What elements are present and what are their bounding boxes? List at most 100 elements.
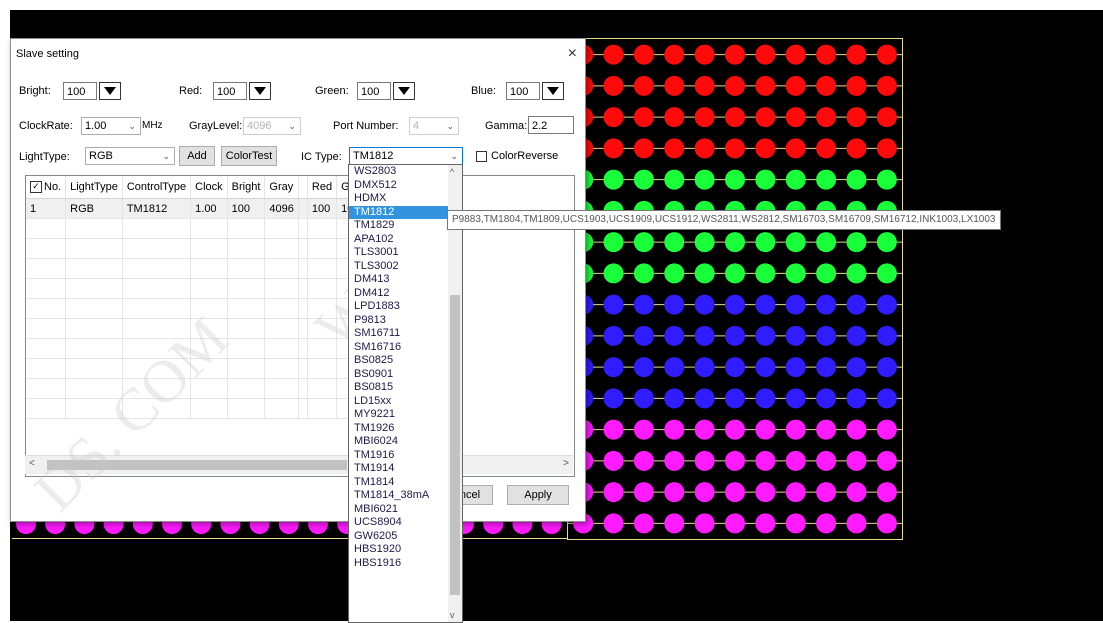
empty-cell <box>190 218 228 239</box>
led-dot-blue <box>725 388 745 409</box>
close-icon[interactable]: × <box>568 45 577 63</box>
led-dot-green <box>785 232 806 253</box>
dropdown-item[interactable]: DM412 <box>349 287 462 301</box>
empty-cell <box>122 338 192 359</box>
add-button[interactable]: Add <box>179 146 215 166</box>
empty-cell <box>307 218 338 239</box>
ictype-label: IC Type: <box>301 151 342 163</box>
blue-field[interactable]: 100 <box>506 82 540 100</box>
dropdown-item[interactable]: P9813 <box>349 314 462 328</box>
column-header[interactable]: ✓ No. <box>26 176 67 199</box>
led-dot-red <box>725 138 745 159</box>
empty-cell <box>190 258 228 279</box>
green-dropdown-button[interactable] <box>393 82 415 100</box>
dropdown-item[interactable]: TM1812 <box>349 205 462 219</box>
led-dot-red <box>755 75 776 96</box>
dropdown-item[interactable]: TM1829 <box>349 219 462 233</box>
dropdown-item[interactable]: APA102 <box>349 233 462 247</box>
empty-cell <box>65 218 123 239</box>
lighttype-value: RGB <box>89 150 113 162</box>
portnumber-value: 4 <box>413 120 420 132</box>
blue-dropdown-button[interactable] <box>542 82 564 100</box>
led-dot-blue <box>694 294 715 315</box>
dropdown-item[interactable]: TM1814_38mA <box>349 489 462 503</box>
dropdown-item[interactable]: TM1914 <box>349 462 462 476</box>
red-dropdown-button[interactable] <box>249 82 271 100</box>
dropdown-item[interactable]: TLS3001 <box>349 246 462 260</box>
scroll-right-icon[interactable]: > <box>563 458 569 469</box>
gamma-field[interactable]: 2.2 <box>528 116 574 134</box>
dropdown-item[interactable]: UCS8904 <box>349 516 462 530</box>
dropdown-item[interactable]: DM413 <box>349 273 462 287</box>
dropdown-item[interactable]: SM16716 <box>349 341 462 355</box>
dropdown-scrollbar[interactable]: ^ v <box>448 165 462 622</box>
dropdown-item[interactable]: MY9221 <box>349 408 462 422</box>
led-dot-red <box>694 107 715 128</box>
column-header[interactable] <box>298 176 308 199</box>
ictype-dropdown-list[interactable]: WS2803 DMX512 HDMX TM1812 TM1829 APA102 TLS300… <box>348 164 463 623</box>
dropdown-item[interactable]: HBS1916 <box>349 557 462 571</box>
dropdown-item[interactable]: BS0901 <box>349 368 462 382</box>
chevron-up-icon[interactable]: ^ <box>450 167 454 177</box>
empty-cell <box>26 258 67 279</box>
table-cell: RGB <box>65 198 123 219</box>
column-header[interactable]: Clock <box>190 176 228 199</box>
led-dot-green <box>785 169 806 190</box>
led-dot-blue <box>846 388 867 409</box>
dropdown-item[interactable]: TLS3002 <box>349 260 462 274</box>
empty-cell <box>190 278 228 299</box>
colorreverse-checkbox[interactable] <box>476 151 487 162</box>
select-all-checkbox[interactable]: ✓ <box>30 181 42 194</box>
led-dot-magenta <box>876 419 897 440</box>
chevron-down-icon[interactable]: v <box>450 610 455 620</box>
lighttype-select[interactable]: RGB ⌄ <box>85 147 175 165</box>
bright-field[interactable]: 100 <box>63 82 97 100</box>
red-field[interactable]: 100 <box>213 82 247 100</box>
led-dot-magenta <box>755 513 776 534</box>
dropdown-item[interactable]: BS0825 <box>349 354 462 368</box>
chevron-down-icon: ⌄ <box>450 151 458 161</box>
dropdown-item[interactable]: DMX512 <box>349 179 462 193</box>
led-dot-red <box>785 138 806 159</box>
dropdown-item[interactable]: MBI6024 <box>349 435 462 449</box>
dropdown-item[interactable]: BS0815 <box>349 381 462 395</box>
colortest-button[interactable]: ColorTest <box>221 146 277 166</box>
led-dot-magenta <box>694 419 715 440</box>
empty-cell <box>307 398 338 419</box>
ictype-select[interactable]: TM1812 ⌄ <box>349 147 463 165</box>
bright-dropdown-button[interactable] <box>99 82 121 100</box>
scrollbar-thumb[interactable] <box>47 460 347 470</box>
dropdown-item[interactable]: WS2803 <box>349 165 462 179</box>
dropdown-item[interactable]: MBI6021 <box>349 503 462 517</box>
horizontal-scrollbar[interactable]: < > <box>25 455 573 474</box>
empty-cell <box>307 298 338 319</box>
scroll-left-icon[interactable]: < <box>29 458 35 469</box>
dropdown-scroll-thumb[interactable] <box>450 295 460 595</box>
empty-cell <box>227 218 266 239</box>
dropdown-item[interactable]: SM16711 <box>349 327 462 341</box>
dropdown-item[interactable]: HDMX <box>349 192 462 206</box>
column-header[interactable]: Bright <box>227 176 266 199</box>
empty-cell <box>264 238 299 259</box>
dropdown-item[interactable]: TM1926 <box>349 422 462 436</box>
green-field[interactable]: 100 <box>357 82 391 100</box>
dropdown-item[interactable]: TM1814 <box>349 476 462 490</box>
apply-button[interactable]: Apply <box>507 485 569 505</box>
empty-cell <box>227 318 266 339</box>
led-dot-magenta <box>664 419 685 440</box>
column-header-label: No. <box>44 180 62 193</box>
led-dot-magenta <box>816 513 837 534</box>
dropdown-item[interactable]: TM1916 <box>349 449 462 463</box>
led-dot-red <box>785 75 806 96</box>
empty-cell <box>227 238 266 259</box>
dropdown-item[interactable]: LPD1883 <box>349 300 462 314</box>
dropdown-item[interactable]: GW6205 <box>349 530 462 544</box>
column-header[interactable]: ControlType <box>122 176 192 199</box>
column-header[interactable]: Gray <box>264 176 299 199</box>
column-header[interactable]: LightType <box>65 176 123 199</box>
dropdown-item[interactable]: HBS1920 <box>349 543 462 557</box>
dropdown-item[interactable]: LD15xx <box>349 395 462 409</box>
clockrate-select[interactable]: 1.00 ⌄ <box>81 117 141 135</box>
ictype-tooltip: P9883,TM1804,TM1809,UCS1903,UCS1909,UCS1… <box>447 210 1001 230</box>
column-header[interactable]: Red <box>307 176 338 199</box>
